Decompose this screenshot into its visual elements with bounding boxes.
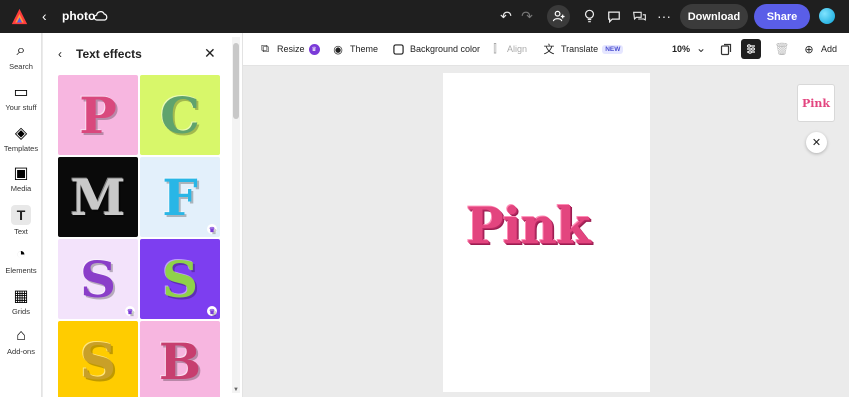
zoom-level[interactable]: 10% <box>672 44 690 54</box>
grids-icon: ▦ <box>13 288 29 305</box>
tile-letter: B <box>158 331 202 391</box>
canvas-text-element[interactable]: Pink <box>466 198 628 254</box>
theme-label: Theme <box>350 44 379 54</box>
align-icon: ⫿ <box>493 42 497 55</box>
rail-item-grids[interactable]: ▦ Grids <box>0 284 42 322</box>
scroll-down-arrow-icon[interactable]: ▼ <box>233 387 239 393</box>
text-effect-tile[interactable]: M <box>58 157 138 237</box>
rail-item-text[interactable]: T Text <box>0 202 42 240</box>
text-effect-tile[interactable]: S <box>58 321 138 397</box>
theme-button[interactable]: ◉ Theme <box>331 42 378 56</box>
zoom-chevron-down-icon[interactable]: ⌄ <box>691 38 711 58</box>
resize-icon: ⧉ <box>261 42 269 55</box>
new-badge: NEW <box>602 44 624 54</box>
panel-scrollbar-thumb[interactable] <box>233 43 239 119</box>
rail-item-your-stuff[interactable]: ▭ Your stuff <box>0 80 42 118</box>
rail-item-label: Text <box>14 227 28 236</box>
panel-back-button[interactable]: ‹ <box>58 47 62 61</box>
rail-item-label: Media <box>10 184 32 193</box>
cloud-sync-icon <box>93 11 108 21</box>
tile-letter: S <box>161 249 199 309</box>
premium-crown-icon: ♛ <box>207 306 217 316</box>
chat-icon[interactable] <box>630 7 648 25</box>
rail-item-search[interactable]: ⌕ Search <box>0 39 42 77</box>
layers-settings-icon[interactable] <box>741 39 761 59</box>
back-button[interactable]: ‹ <box>42 7 47 25</box>
redo-icon[interactable]: ↷ <box>518 7 536 25</box>
align-button[interactable]: ⫿ Align <box>488 42 527 56</box>
tile-letter: S <box>79 249 117 309</box>
rail-item-templates[interactable]: ◈ Templates <box>0 121 42 159</box>
media-icon: ▣ <box>13 165 29 182</box>
add-label: Add <box>821 44 838 54</box>
tile-letter: M <box>70 167 126 227</box>
rail-item-label: Elements <box>5 266 37 275</box>
square-outline-icon <box>391 42 405 56</box>
text-effects-panel: ‹ Text effects ✕ P C M F ♛ S ♛ S ♛ S B ▼ <box>43 33 243 397</box>
rail-item-label: Templates <box>3 144 39 153</box>
rail-item-media[interactable]: ▣ Media <box>0 161 42 199</box>
addons-icon: ⌂ <box>16 327 26 344</box>
resize-label: Resize <box>277 44 305 54</box>
text-effect-tile[interactable]: P <box>58 75 138 155</box>
translate-icon: 文 <box>543 44 555 56</box>
premium-crown-icon: ♛ <box>308 43 320 55</box>
text-effect-tile[interactable]: B <box>140 321 220 397</box>
panel-title: Text effects <box>76 47 142 61</box>
top-bar: ‹ photo ↶ ↷ ··· Download Share <box>0 0 849 33</box>
elements-icon: ◔ <box>16 246 26 263</box>
add-button[interactable]: ⊕ Add <box>802 42 837 56</box>
more-options-icon[interactable]: ··· <box>655 7 673 25</box>
user-avatar[interactable] <box>819 8 835 24</box>
invite-collaborator-button[interactable] <box>547 5 570 28</box>
folder-icon: ▭ <box>13 84 29 101</box>
document-title[interactable]: photo <box>62 9 95 23</box>
text-effect-tile[interactable]: S ♛ <box>58 239 138 319</box>
rail-item-label: Add-ons <box>7 347 35 356</box>
templates-icon: ◈ <box>14 125 28 142</box>
tile-letter: P <box>79 85 117 145</box>
tile-letter: C <box>160 85 200 145</box>
tile-letter: F <box>162 167 198 227</box>
resize-button[interactable]: ⧉ Resize ♛ <box>258 42 320 56</box>
share-button[interactable]: Share <box>754 4 810 29</box>
premium-crown-icon: ♛ <box>207 224 217 234</box>
translate-label: Translate <box>561 44 599 54</box>
background-color-button[interactable]: Background color <box>391 42 480 56</box>
translate-button[interactable]: 文 Translate NEW <box>542 42 624 56</box>
rail-item-label: Search <box>9 62 33 71</box>
comment-icon[interactable] <box>605 7 623 25</box>
close-thumbnail-button[interactable]: ✕ <box>806 132 827 153</box>
delete-icon[interactable]: 🗑 <box>772 39 792 59</box>
background-color-label: Background color <box>410 44 481 54</box>
undo-icon[interactable]: ↶ <box>497 7 515 25</box>
align-label: Align <box>507 44 528 54</box>
pages-icon[interactable] <box>716 39 736 59</box>
panel-close-button[interactable]: ✕ <box>204 45 216 62</box>
page-thumbnail[interactable]: Pink <box>797 84 835 122</box>
text-icon: T <box>11 205 31 225</box>
left-rail: ⌕ Search ▭ Your stuff ◈ Templates ▣ Media T Text ◔… <box>0 33 42 397</box>
rail-item-elements[interactable]: ◔ Elements <box>0 243 42 281</box>
rail-item-label: Your stuff <box>5 103 37 112</box>
tile-letter: S <box>79 331 117 391</box>
add-circle-icon: ⊕ <box>804 43 814 56</box>
palette-icon: ◉ <box>333 43 343 56</box>
search-icon: ⌕ <box>16 42 26 59</box>
text-effect-tile[interactable]: C <box>140 75 220 155</box>
adobe-express-logo[interactable] <box>11 8 28 25</box>
download-button[interactable]: Download <box>680 4 748 29</box>
lightbulb-icon[interactable] <box>580 7 598 25</box>
rail-item-add-ons[interactable]: ⌂ Add-ons <box>0 324 42 362</box>
text-effect-tile[interactable]: S ♛ <box>140 239 220 319</box>
text-effect-tile[interactable]: F ♛ <box>140 157 220 237</box>
rail-item-label: Grids <box>12 307 30 316</box>
person-add-icon <box>552 10 565 22</box>
premium-crown-icon: ♛ <box>125 306 135 316</box>
